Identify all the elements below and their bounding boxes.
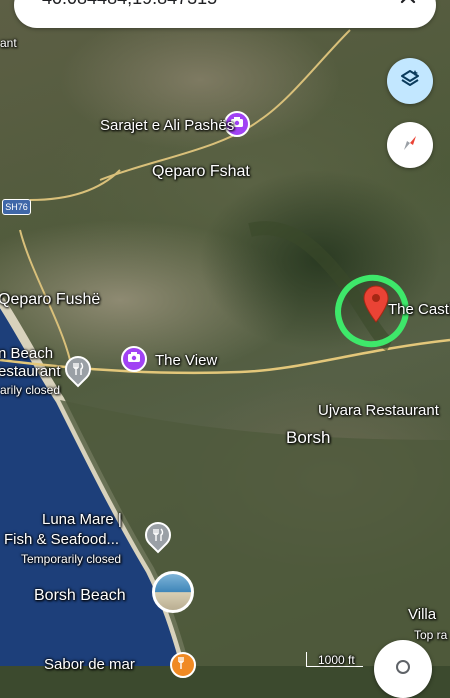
label-the-castle[interactable]: The Castl xyxy=(388,301,450,318)
satellite-map[interactable] xyxy=(0,0,450,666)
road-sh76 xyxy=(29,169,121,201)
label-qeparo-fshat[interactable]: Qeparo Fshat xyxy=(152,163,250,181)
restaurant-icon xyxy=(152,528,164,542)
label-villa[interactable]: Villa xyxy=(408,606,436,623)
layers-button[interactable] xyxy=(387,58,433,104)
map-pin-icon[interactable] xyxy=(363,285,389,328)
compass-icon xyxy=(398,131,422,160)
label-beach-restaurant-line2[interactable]: estaurant xyxy=(0,363,61,380)
restaurant-icon xyxy=(72,362,84,376)
label-luna-mare-status: Temporarily closed xyxy=(21,552,122,566)
label-ujvara[interactable]: Ujvara Restaurant xyxy=(318,402,439,419)
poi-sabor[interactable] xyxy=(170,652,196,678)
close-icon[interactable] xyxy=(398,0,418,6)
location-button[interactable] xyxy=(374,640,432,698)
label-villa-sub: Top ra xyxy=(414,628,448,642)
poi-the-view[interactable] xyxy=(121,346,147,372)
label-beach-restaurant-line1[interactable]: n Beach xyxy=(0,345,53,362)
label-borsh-beach[interactable]: Borsh Beach xyxy=(34,587,126,605)
label-beach-restaurant-status: arily closed xyxy=(0,383,61,397)
borsh-beach-thumbnail[interactable] xyxy=(152,571,194,613)
label-luna-mare-line1[interactable]: Luna Mare | xyxy=(42,511,122,528)
compass-button[interactable] xyxy=(387,122,433,168)
map-terrain xyxy=(0,29,450,666)
route-shield: SH76 xyxy=(2,199,31,215)
label-sarajet[interactable]: Sarajet e Ali Pashës xyxy=(100,117,234,134)
label-sabor[interactable]: Sabor de mar xyxy=(44,656,135,673)
search-input[interactable]: 40.084484,19.847315 xyxy=(42,0,217,9)
layers-icon xyxy=(398,67,422,96)
search-bar[interactable]: 40.084484,19.847315 xyxy=(14,0,436,28)
mountain-road xyxy=(99,29,351,181)
my-location-icon xyxy=(392,656,414,683)
label-luna-mare-line2[interactable]: Fish & Seafood... xyxy=(4,531,119,548)
label-borsh[interactable]: Borsh xyxy=(286,428,330,448)
restaurant-icon xyxy=(177,656,189,675)
camera-icon xyxy=(127,350,141,368)
label-edge-top-left: ant xyxy=(0,36,17,50)
label-the-view[interactable]: The View xyxy=(155,352,217,369)
label-qeparo-fushe[interactable]: Qeparo Fushë xyxy=(0,291,100,309)
scale-label: 1000 ft xyxy=(318,653,355,667)
